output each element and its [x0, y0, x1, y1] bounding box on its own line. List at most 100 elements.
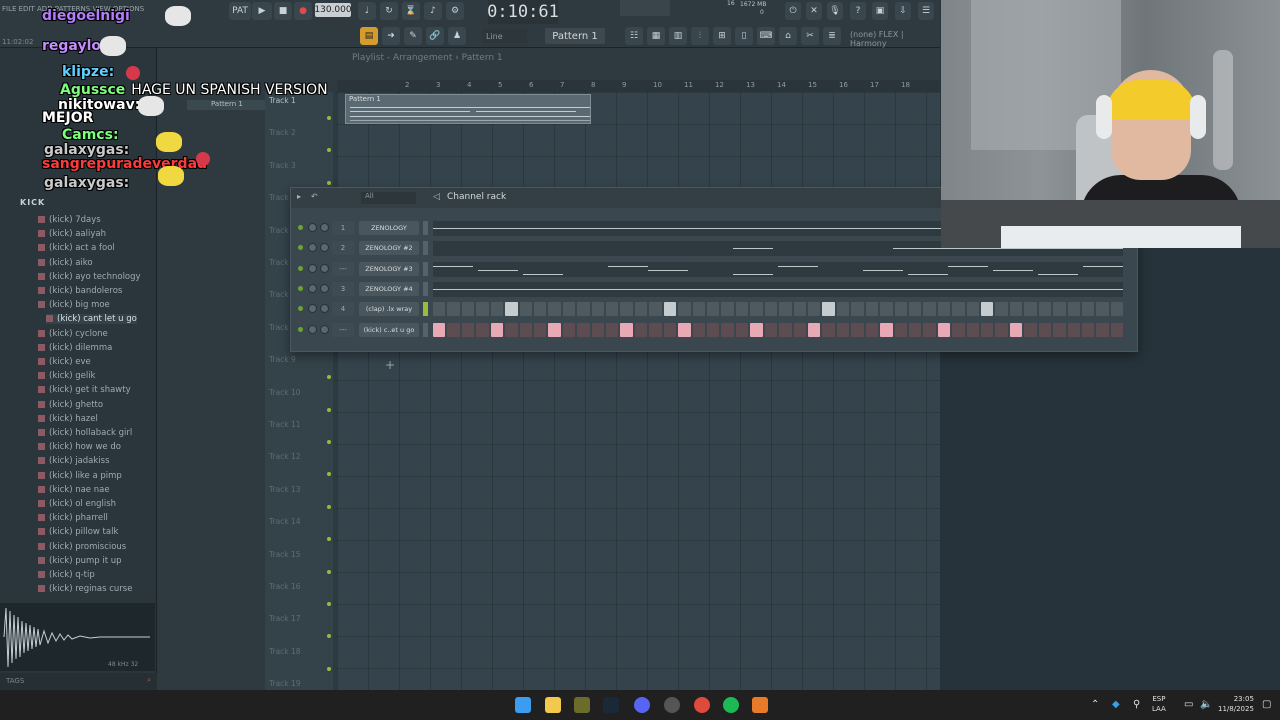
pattern-clip[interactable]: Pattern 1 [345, 94, 591, 124]
channel-name-button[interactable]: ZENOLOGY #2 [359, 241, 419, 256]
step-button[interactable] [490, 302, 504, 317]
step-button[interactable] [807, 322, 821, 337]
steam-icon[interactable] [603, 697, 619, 713]
step-button[interactable] [750, 302, 763, 317]
track-mute-led[interactable] [327, 666, 331, 671]
pencil-tool-icon[interactable]: ✎ [404, 27, 422, 45]
mixer-track-number[interactable]: 2 [332, 241, 354, 256]
channel-select[interactable] [423, 241, 428, 256]
step-button[interactable] [908, 322, 922, 337]
step-button[interactable] [865, 322, 879, 337]
step-button[interactable] [1053, 302, 1066, 317]
channel-select[interactable] [423, 322, 428, 337]
step-button[interactable] [995, 302, 1008, 317]
usb-icon[interactable]: ⚲ [1133, 699, 1144, 710]
step-button[interactable] [1096, 322, 1109, 337]
channel-name-button[interactable]: ZENOLOGY [359, 221, 419, 235]
track-mute-led[interactable] [327, 375, 331, 380]
playlist-title[interactable]: Playlist - Arrangement › Pattern 1 [352, 53, 503, 63]
sample-item[interactable]: (kick) aaliyah [38, 229, 106, 239]
arrow-tool-icon[interactable]: ➜ [382, 27, 400, 45]
track-label[interactable]: Track 3 [269, 161, 296, 170]
channel-row[interactable]: --- ZENOLOGY #3 [291, 259, 1137, 279]
step-button[interactable] [1067, 322, 1080, 337]
mixer-track-number[interactable]: --- [332, 322, 354, 337]
link-tool-icon[interactable]: 🔗 [426, 27, 444, 45]
countdown-icon[interactable]: ⌛ [402, 2, 420, 20]
step-button[interactable] [490, 322, 504, 337]
step-button[interactable] [663, 322, 677, 337]
sample-item[interactable]: (kick) get it shawty [38, 385, 131, 395]
pan-knob[interactable] [308, 223, 317, 232]
track-mute-led[interactable] [327, 602, 331, 606]
blend-notes-icon[interactable]: ♪ [424, 2, 442, 20]
step-button[interactable] [966, 322, 980, 337]
play-button[interactable]: ▶ [252, 2, 272, 20]
mic-icon[interactable]: 🎙 [827, 2, 843, 20]
pan-knob[interactable] [308, 283, 317, 293]
step-button[interactable] [1024, 322, 1037, 337]
step-button[interactable] [1067, 302, 1080, 317]
system-clock[interactable]: 23:05 11/8/2025 [1218, 694, 1254, 714]
step-button[interactable] [880, 322, 893, 337]
chat-icon[interactable]: ☰ [918, 2, 934, 20]
step-button[interactable] [533, 302, 547, 317]
step-button[interactable] [1110, 322, 1124, 337]
mixer-track-number[interactable]: 4 [332, 302, 354, 317]
track-mute-led[interactable] [327, 116, 331, 120]
step-button[interactable] [894, 322, 907, 337]
step-button[interactable] [1081, 302, 1095, 317]
step-button[interactable] [793, 302, 806, 317]
step-button[interactable] [851, 302, 864, 317]
piano-roll-icon[interactable]: ▦ [647, 27, 665, 45]
step-button[interactable] [1038, 322, 1052, 337]
step-button[interactable] [923, 322, 936, 337]
snap-select[interactable]: Line [482, 29, 527, 43]
step-button[interactable] [981, 322, 994, 337]
spotify-icon[interactable] [723, 697, 739, 713]
step-button[interactable] [981, 302, 994, 317]
volume-knob[interactable] [320, 223, 329, 232]
step-button[interactable] [461, 302, 475, 317]
step-button[interactable] [822, 302, 835, 317]
power-icon[interactable]: ⏻ [785, 2, 801, 20]
step-button[interactable] [606, 322, 619, 337]
step-button[interactable] [707, 302, 720, 317]
step-button[interactable] [678, 302, 691, 317]
step-button[interactable] [880, 302, 893, 317]
step-button[interactable] [577, 302, 590, 317]
step-button[interactable] [447, 302, 460, 317]
step-button[interactable] [1038, 302, 1052, 317]
step-button[interactable] [966, 302, 980, 317]
step-button[interactable] [764, 322, 778, 337]
step-button[interactable] [548, 322, 561, 337]
track-mute-led[interactable] [327, 440, 331, 444]
step-button[interactable] [1009, 322, 1023, 337]
step-edit-icon[interactable]: ⚙ [446, 2, 464, 20]
sample-item[interactable]: (kick) big moe [38, 300, 110, 310]
pattern-selector[interactable]: Pattern 1 [545, 28, 605, 44]
windows-start-icon[interactable] [515, 697, 531, 713]
channel-mute-led[interactable] [298, 326, 303, 332]
step-button[interactable] [433, 302, 446, 317]
step-button[interactable] [721, 322, 734, 337]
step-button[interactable] [447, 322, 460, 337]
step-button[interactable] [1053, 322, 1066, 337]
timeline-ruler[interactable]: 2 3 4 5 6 7 8 9 10 11 12 13 14 15 16 17 18 [337, 80, 940, 92]
sample-item[interactable]: (kick) cyclone [38, 329, 108, 339]
track-mute-led[interactable] [327, 537, 331, 542]
channel-mute-led[interactable] [298, 285, 303, 291]
step-button[interactable] [1096, 302, 1109, 317]
channel-mute-led[interactable] [298, 225, 303, 230]
step-button[interactable] [519, 302, 532, 317]
stop-button[interactable]: ■ [274, 2, 292, 20]
pattern-song-toggle[interactable]: PAT [229, 2, 251, 20]
step-button[interactable] [634, 302, 648, 317]
step-button[interactable] [735, 302, 749, 317]
step-button[interactable] [505, 322, 518, 337]
sample-item[interactable]: (kick) reginas curse [38, 584, 132, 594]
edison-icon[interactable]: ✂ [801, 27, 819, 45]
touch-keyboard-icon[interactable]: ⌨ [757, 27, 775, 45]
step-button[interactable] [793, 322, 806, 337]
sample-item[interactable]: (kick) eve [38, 357, 91, 367]
